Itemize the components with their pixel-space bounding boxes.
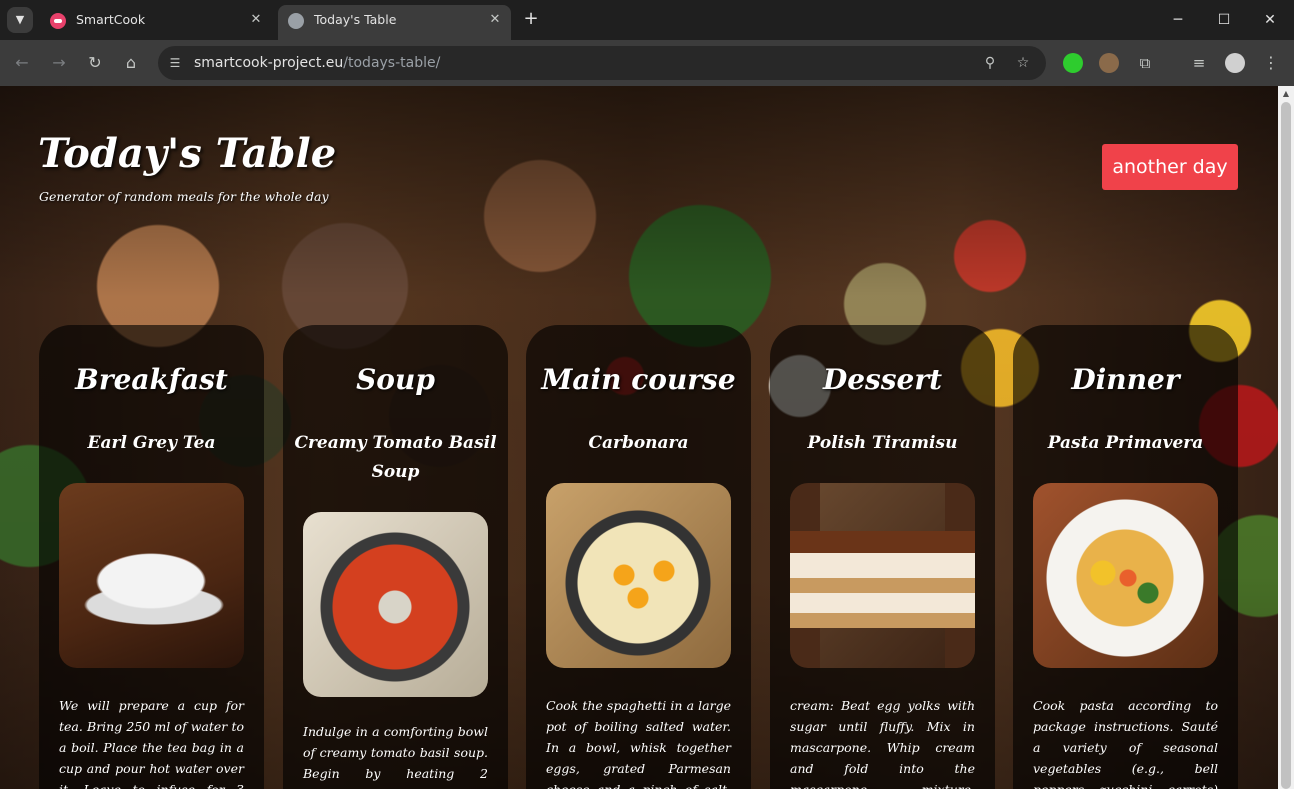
tab-title: SmartCook — [76, 12, 146, 27]
meal-description: Cook the spaghetti in a large pot of boi… — [546, 698, 731, 789]
extensions-puzzle-icon[interactable]: ⧉ — [1135, 53, 1155, 73]
meal-card-dessert: Dessert Polish Tiramisu cream: Beat egg … — [770, 325, 995, 789]
meal-card-soup: Soup Creamy Tomato Basil Soup Indulge in… — [283, 325, 508, 789]
url-host: smartcook-project.eu — [194, 55, 344, 71]
meal-card-dinner: Dinner Pasta Primavera Cook pasta accord… — [1013, 325, 1238, 789]
meal-dish-name: Creamy Tomato Basil Soup — [294, 433, 497, 482]
meal-category: Dessert — [822, 363, 943, 396]
window-minimize-icon[interactable]: ─ — [1166, 8, 1190, 32]
meal-description: Indulge in a comforting bowl of creamy t… — [303, 724, 488, 789]
scrollbar-thumb[interactable] — [1281, 102, 1291, 789]
meal-dish-name: Polish Tiramisu — [807, 433, 958, 453]
another-day-button[interactable]: another day — [1102, 144, 1238, 190]
tab-smartcook[interactable]: SmartCook ✕ — [40, 5, 272, 40]
page-title: Today's Table — [38, 130, 337, 177]
tiramisu-photo — [790, 483, 975, 668]
meal-dish-name: Earl Grey Tea — [87, 433, 216, 453]
meal-description: cream: Beat egg yolks with sugar until f… — [790, 698, 975, 789]
browser-tab-strip: ▼ SmartCook ✕ Today's Table ✕ + ─ ☐ ✕ — [0, 0, 1294, 40]
meal-card-main-course: Main course Carbonara Cook the spaghetti… — [526, 325, 751, 789]
browser-menu-icon[interactable]: ⋮ — [1261, 53, 1281, 73]
carbonara-photo — [546, 483, 731, 668]
globe-favicon-icon — [288, 13, 304, 29]
page-scrollbar[interactable]: ▲ — [1278, 86, 1294, 789]
reload-icon[interactable]: ↻ — [83, 51, 107, 75]
tea-cup-photo — [59, 483, 244, 668]
meal-description: We will prepare a cup for tea. Bring 250… — [59, 698, 244, 789]
forward-arrow-icon[interactable]: → — [47, 51, 71, 75]
tab-title: Today's Table — [314, 12, 397, 27]
address-bar[interactable]: ☰ smartcook-project.eu/todays-table/ ⚲ ☆ — [158, 46, 1046, 80]
zoom-icon[interactable]: ⚲ — [980, 53, 1000, 73]
meal-category: Dinner — [1071, 363, 1180, 396]
avatar-extension-icon[interactable] — [1099, 53, 1119, 73]
page-background: Today's Table Generator of random meals … — [0, 86, 1278, 789]
green-extension-icon[interactable] — [1063, 53, 1083, 73]
url-text[interactable]: smartcook-project.eu/todays-table/ — [194, 46, 440, 80]
meal-description: Cook pasta according to package instruct… — [1033, 698, 1218, 789]
smartcook-favicon-icon — [50, 13, 66, 29]
tab-close-icon[interactable]: ✕ — [248, 5, 264, 35]
tab-todays-table[interactable]: Today's Table ✕ — [278, 5, 511, 40]
meal-category: Main course — [541, 363, 736, 396]
back-arrow-icon[interactable]: ← — [10, 51, 34, 75]
tab-search-chevron-down-icon[interactable]: ▼ — [7, 7, 33, 33]
meal-dish-name: Pasta Primavera — [1047, 433, 1204, 453]
tab-close-icon[interactable]: ✕ — [487, 5, 503, 35]
tomato-soup-photo — [303, 512, 488, 697]
window-maximize-icon[interactable]: ☐ — [1212, 8, 1236, 32]
home-icon[interactable]: ⌂ — [119, 51, 143, 75]
pasta-primavera-photo — [1033, 483, 1218, 668]
profile-avatar-icon[interactable] — [1225, 53, 1245, 73]
media-control-icon[interactable]: ≡ — [1189, 53, 1209, 73]
meal-category: Soup — [356, 363, 435, 396]
new-tab-plus-icon[interactable]: + — [520, 8, 542, 30]
meal-category: Breakfast — [75, 363, 228, 396]
window-close-icon[interactable]: ✕ — [1258, 8, 1282, 32]
meal-card-breakfast: Breakfast Earl Grey Tea We will prepare … — [39, 325, 264, 789]
url-path: /todays-table/ — [343, 55, 441, 71]
meal-dish-name: Carbonara — [588, 433, 689, 453]
bookmark-star-icon[interactable]: ☆ — [1013, 53, 1033, 73]
scroll-up-arrow-icon[interactable]: ▲ — [1278, 86, 1294, 102]
site-info-icon[interactable]: ☰ — [167, 55, 183, 71]
browser-toolbar: ← → ↻ ⌂ ☰ smartcook-project.eu/todays-ta… — [0, 40, 1294, 86]
page-subtitle: Generator of random meals for the whole … — [39, 189, 329, 204]
